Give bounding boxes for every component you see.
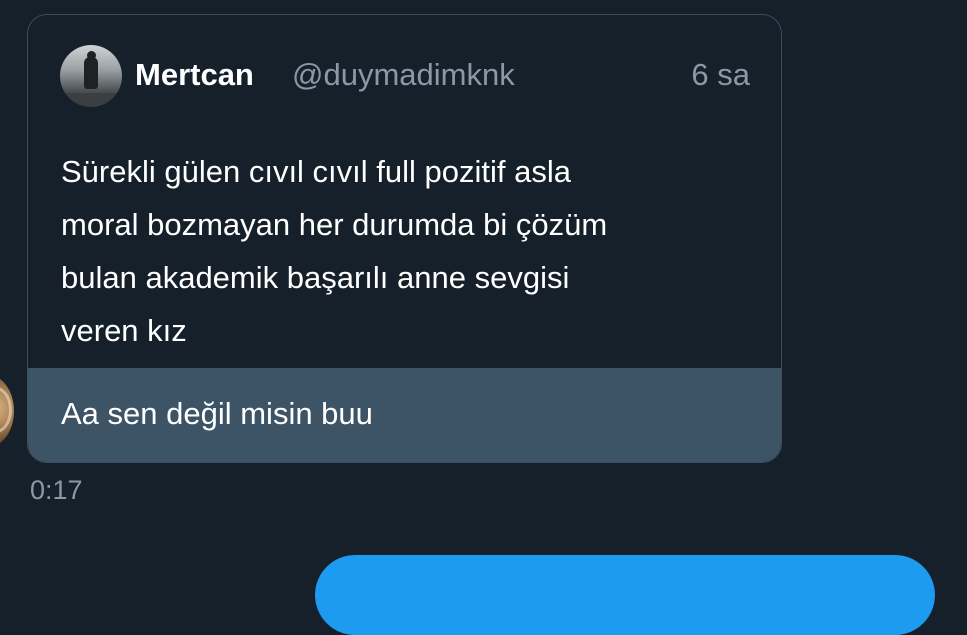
- reply-text: Aa sen değil misin buu: [61, 396, 373, 431]
- author-avatar[interactable]: [60, 45, 122, 107]
- tweet-text-line: moral bozmayan her durumda bi çözüm: [61, 207, 608, 242]
- tweet-text-line: Sürekli gülen cıvıl cıvıl full pozitif a…: [61, 154, 571, 189]
- avatar-ground: [60, 93, 122, 107]
- reply-message[interactable]: Aa sen değil misin buu: [28, 368, 781, 462]
- author-name[interactable]: Mertcan: [135, 57, 254, 93]
- message-timestamp: 0:17: [30, 475, 83, 505]
- tweet-text: Sürekli gülen cıvıl cıvıl full pozitif a…: [61, 145, 741, 357]
- received-message-bubble[interactable]: Mertcan @duymadimknk 6 sa Sürekli gülen …: [27, 14, 782, 463]
- sender-avatar[interactable]: [0, 375, 14, 447]
- avatar-figure: [84, 57, 98, 89]
- author-handle[interactable]: @duymadimknk: [292, 57, 515, 93]
- tweet-text-line: veren kız: [61, 313, 187, 348]
- tweet-time: 6 sa: [691, 57, 750, 92]
- quoted-tweet-card[interactable]: Mertcan @duymadimknk 6 sa Sürekli gülen …: [28, 15, 781, 368]
- sent-message-bubble[interactable]: [315, 555, 935, 635]
- tweet-text-line: bulan akademik başarılı anne sevgisi: [61, 260, 570, 295]
